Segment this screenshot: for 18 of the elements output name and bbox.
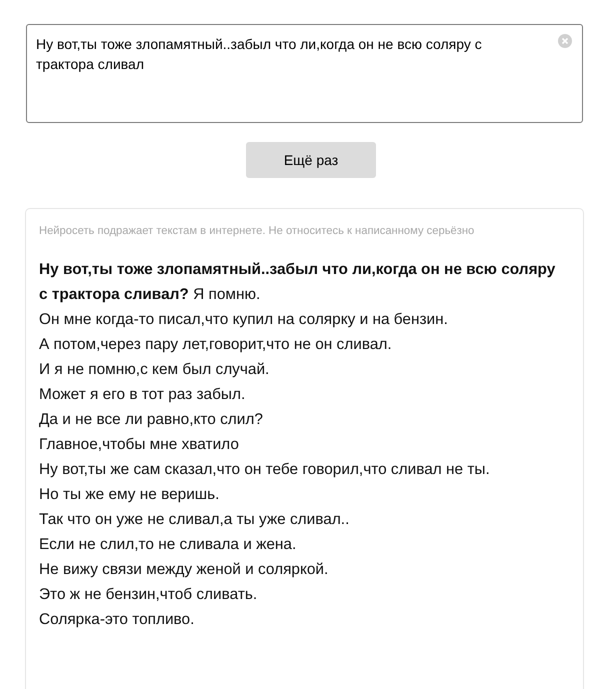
- disclaimer-text: Нейросеть подражает текстам в интернете. Не относитесь к написанному серьёзно: [39, 225, 476, 237]
- retry-button[interactable]: Ещё раз: [246, 142, 376, 178]
- result-line: Может я его в тот раз забыл.: [39, 385, 246, 405]
- result-line: А потом,через пару лет,говорит,что не он сливал.: [39, 335, 393, 355]
- result-line: Если не слил,то не сливала и жена.: [39, 535, 298, 555]
- result-line: Он мне когда-то писал,что купил на солярку и на бензин.: [39, 310, 449, 330]
- result-line: Но ты же ему не веришь.: [39, 485, 220, 505]
- prompt-field[interactable]: Ну вот,ты тоже злопамятный..забыл что ли,когда он не всю соляру с трактора сливал: [26, 24, 583, 123]
- result-line: Солярка-это топливо.: [39, 610, 196, 630]
- result-line: И я не помню,с кем был случай.: [39, 360, 270, 380]
- result-line: Так что он уже не сливал,а ты уже сливал..: [39, 510, 350, 530]
- result-line: Это ж не бензин,чтоб сливать.: [39, 585, 258, 605]
- clear-icon[interactable]: [558, 34, 572, 48]
- result-line: Главное,чтобы мне хватило: [39, 435, 240, 455]
- result-line: Ну вот,ты же сам сказал,что он тебе говорил,что сливал не ты.: [39, 460, 491, 480]
- result-line: Ну вот,ты тоже злопамятный..забыл что ли,когда он не всю соляру с трактора сливал? Я помню.: [39, 260, 556, 305]
- result-line: Да и не все ли равно,кто слил?: [39, 410, 264, 430]
- result-line: Не вижу связи между женой и соляркой.: [39, 560, 330, 580]
